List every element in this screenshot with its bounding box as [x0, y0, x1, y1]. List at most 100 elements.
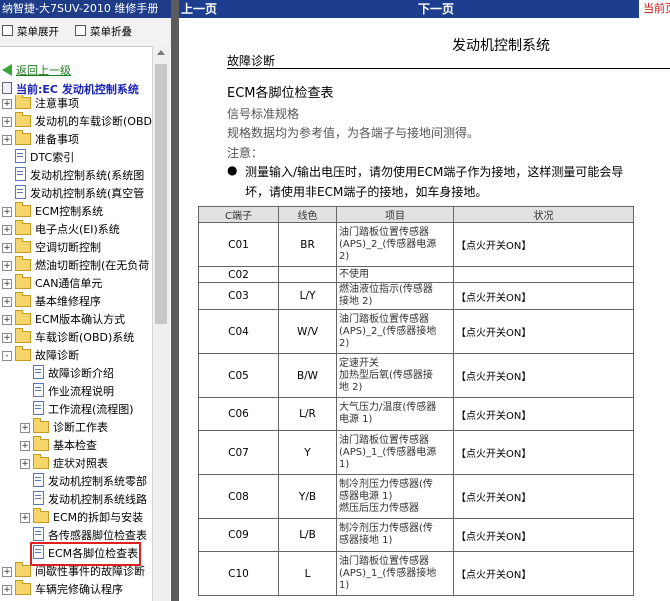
tree-item[interactable]: + 空调切断控制	[2, 238, 101, 257]
pin-cell: C04	[198, 309, 279, 354]
item-line: 燃油液位指示(传感器	[339, 284, 433, 295]
current-page-button[interactable]: 当前页	[639, 0, 670, 18]
scrollbar-thumb[interactable]	[155, 64, 167, 324]
tree-item-label: 故障诊断介绍	[48, 367, 114, 380]
tree-item-label: 症状对照表	[53, 457, 108, 470]
tree-item[interactable]: 发动机控制系统线路	[33, 491, 147, 509]
expand-node-icon[interactable]: +	[2, 207, 12, 217]
tree-item-label: ECM版本确认方式	[35, 313, 126, 326]
tree-item[interactable]: + 基本维修程序	[2, 292, 101, 311]
tree-toolbar: 菜单展开 菜单折叠	[0, 18, 171, 47]
tree-item-label: 发动机控制系统(真空管	[30, 187, 145, 200]
expand-node-icon[interactable]: +	[2, 297, 12, 307]
item-cell: 不使用	[336, 266, 454, 283]
header-condition: 状况	[453, 206, 634, 223]
tree-scrollbar[interactable]	[152, 46, 170, 601]
tree-item[interactable]: - 故障诊断	[2, 346, 79, 365]
scroll-up-icon[interactable]	[157, 50, 165, 55]
expand-node-icon[interactable]: +	[2, 243, 12, 253]
table-row: C03 L/Y 燃油液位指示(传感器 接地 2) 【点火开关ON】	[198, 282, 634, 310]
tree-item[interactable]: + CAN通信单元	[2, 274, 103, 293]
table-row: C02 不使用	[198, 266, 634, 283]
expand-node-icon[interactable]: +	[2, 117, 12, 127]
wire-color-cell: L	[278, 551, 337, 596]
tree-item[interactable]: + 准备事项	[2, 130, 79, 149]
condition-cell: 【点火开关ON】	[453, 353, 634, 398]
collapse-menu-button[interactable]: 菜单折叠	[75, 25, 132, 39]
tree-item[interactable]: + 间歇性事件的故障诊断	[2, 562, 145, 581]
expand-node-icon[interactable]: +	[20, 441, 30, 451]
tree-item[interactable]: + 燃油切断控制(在无负荷	[2, 256, 149, 275]
tree-item[interactable]: DTC索引	[15, 149, 74, 167]
back-link[interactable]: 返回上一级	[2, 62, 71, 78]
tree-item[interactable]: + ECM的拆卸与安装	[20, 508, 143, 527]
expand-node-icon[interactable]: +	[20, 423, 30, 433]
folder-icon	[15, 328, 31, 343]
folder-icon	[33, 508, 49, 523]
expand-node-icon[interactable]: +	[2, 99, 12, 109]
expand-node-icon[interactable]: +	[2, 567, 12, 577]
table-row: C07 Y 油门踏板位置传感器 (APS)_1_(传感器电源 1) 【点火开关ON】	[198, 430, 634, 475]
document-icon	[15, 149, 26, 163]
collapse-menu-label: 菜单折叠	[90, 26, 132, 38]
item-line: 油门踏板位置传感器	[339, 226, 429, 238]
header-pin: C端子	[198, 206, 279, 223]
tree-item[interactable]: 作业流程说明	[33, 383, 114, 401]
expand-node-icon[interactable]: +	[20, 459, 30, 469]
expand-node-icon[interactable]: +	[20, 513, 30, 523]
pin-cell: C01	[198, 222, 279, 267]
item-line: 制冷剂压力传感器(传	[339, 478, 433, 490]
tree-item-label: 故障诊断	[35, 349, 79, 362]
section-heading: ECM各脚位检查表	[227, 86, 334, 101]
expand-menu-button[interactable]: 菜单展开	[2, 25, 59, 39]
tree-item[interactable]: + 发动机的车载诊断(OBD	[2, 112, 152, 131]
item-line: (APS)_2_(传感器接地	[339, 325, 437, 337]
document-icon	[15, 185, 26, 199]
tree-item[interactable]: ECM各脚位检查表	[29, 542, 142, 566]
item-line: 不使用	[339, 268, 369, 280]
tree-item-label: 发动机控制系统(系统图	[30, 169, 145, 182]
tree-item-label: DTC索引	[30, 151, 75, 164]
document-icon	[33, 365, 44, 379]
tree-item[interactable]: 发动机控制系统(系统图	[15, 167, 144, 185]
expand-node-icon[interactable]: +	[2, 585, 12, 595]
pin-cell: C02	[198, 266, 279, 283]
tree-item[interactable]: 工作流程(流程图)	[33, 401, 134, 419]
tree-item[interactable]: + 症状对照表	[20, 454, 108, 473]
tree-item[interactable]: 发动机控制系统零部	[33, 473, 147, 491]
tree-item[interactable]: + 车载诊断(OBD)系统	[2, 328, 135, 347]
tree-item-label: 发动机控制系统零部	[48, 475, 147, 488]
tree-item[interactable]: + ECM控制系统	[2, 202, 104, 221]
expand-node-icon[interactable]: +	[2, 135, 12, 145]
condition-cell: 【点火开关ON】	[453, 430, 634, 475]
next-page-button[interactable]: 下一页	[418, 0, 454, 18]
expand-node-icon[interactable]: +	[2, 333, 12, 343]
tree-item[interactable]: 各传感器脚位检查表	[33, 527, 147, 545]
tree-item[interactable]: 故障诊断介绍	[33, 365, 114, 383]
expand-node-icon[interactable]: +	[2, 225, 12, 235]
tree-item-label: 车载诊断(OBD)系统	[35, 331, 135, 344]
tree-item[interactable]: + 电子点火(EI)系统	[2, 220, 120, 239]
condition-cell: 【点火开关ON】	[453, 222, 634, 267]
wire-color-cell: Y/B	[278, 474, 337, 519]
item-line: (APS)_1_(传感器电源	[339, 446, 437, 458]
previous-page-button[interactable]: 上一页	[181, 0, 217, 18]
tree-item[interactable]: + 车辆完修确认程序	[2, 580, 123, 599]
pane-splitter[interactable]	[171, 0, 179, 601]
wire-color-cell: W/V	[278, 309, 337, 354]
tree-item-label: CAN通信单元	[35, 277, 103, 290]
tree-item[interactable]: 发动机控制系统(真空管	[15, 185, 144, 203]
tree-item[interactable]: + 诊断工作表	[20, 418, 108, 437]
table-row: C01 BR 油门踏板位置传感器 (APS)_2_(传感器电源 2) 【点火开关ON】	[198, 222, 634, 267]
tree-item[interactable]: + 注意事项	[2, 95, 79, 113]
tree-item[interactable]: + ECM版本确认方式	[2, 310, 126, 329]
tree-item[interactable]: + 基本检查	[20, 436, 97, 455]
item-line: 燃压后压力传感器	[339, 502, 419, 514]
expand-node-icon[interactable]: +	[2, 261, 12, 271]
tree-item-label: ECM各脚位检查表	[48, 547, 139, 560]
expand-node-icon[interactable]: +	[2, 279, 12, 289]
pin-cell: C07	[198, 430, 279, 475]
collapse-node-icon[interactable]: -	[2, 351, 12, 361]
expand-node-icon[interactable]: +	[2, 315, 12, 325]
tree-item-label: ECM控制系统	[35, 205, 104, 218]
